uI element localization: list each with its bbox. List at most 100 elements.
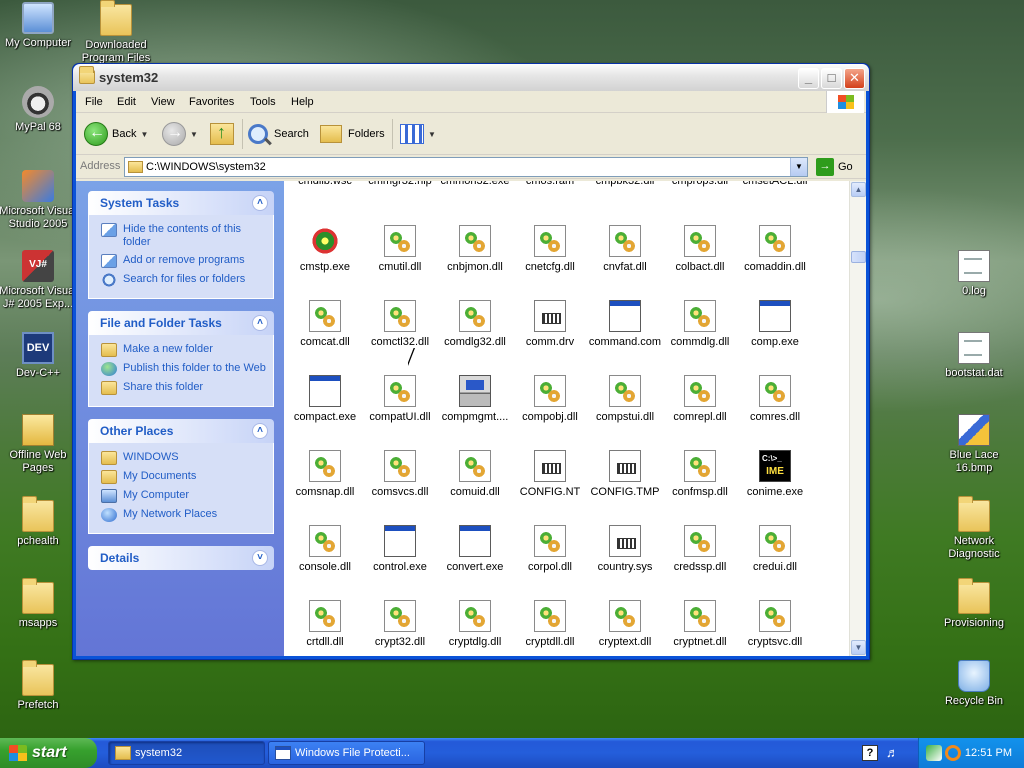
file-item[interactable]: cmprops.dll bbox=[663, 181, 737, 188]
views-button[interactable]: ▼ bbox=[400, 119, 436, 149]
file-item[interactable]: compstui.dll bbox=[588, 375, 662, 424]
scroll-thumb[interactable] bbox=[851, 251, 866, 263]
up-folder-button[interactable] bbox=[210, 119, 234, 149]
desktop-icon-dev-cpp[interactable]: DEV Dev-C++ bbox=[0, 332, 78, 380]
scroll-up-icon[interactable]: ▲ bbox=[851, 182, 866, 197]
file-item[interactable]: cmdlib.wsc bbox=[288, 181, 362, 188]
file-item[interactable]: control.exe bbox=[363, 525, 437, 574]
go-button[interactable]: → Go bbox=[816, 158, 853, 176]
desktop-icon-recycle-bin[interactable]: Recycle Bin bbox=[934, 660, 1014, 708]
file-item[interactable]: cmutil.dll bbox=[363, 225, 437, 274]
file-item[interactable]: comdlg32.dll bbox=[438, 300, 512, 349]
file-item[interactable]: comctl32.dll bbox=[363, 300, 437, 349]
file-item[interactable]: comaddin.dll bbox=[738, 225, 812, 274]
network-tray-icon[interactable] bbox=[926, 745, 942, 761]
file-item[interactable]: CONFIG.NT bbox=[513, 450, 587, 499]
file-item[interactable]: cmmon32.exe bbox=[438, 181, 512, 188]
desktop-icon-blue-lace[interactable]: Blue Lace 16.bmp bbox=[934, 414, 1014, 475]
desktop-icon-my-computer[interactable]: My Computer bbox=[0, 2, 78, 50]
file-item[interactable]: compact.exe bbox=[288, 375, 362, 424]
task-share-folder[interactable]: Share this folder bbox=[101, 381, 267, 395]
file-item[interactable]: colbact.dll bbox=[663, 225, 737, 274]
other-places-header[interactable]: Other Places ˄ bbox=[88, 419, 274, 443]
desktop-icon-network-diagnostic[interactable]: Network Diagnostic bbox=[934, 496, 1014, 561]
file-item[interactable]: cmos.ram bbox=[513, 181, 587, 188]
taskbar-item-windows-file-protection[interactable]: Windows File Protecti... bbox=[268, 741, 425, 765]
dropdown-arrow-icon[interactable]: ▼ bbox=[140, 130, 148, 139]
file-item[interactable]: cryptext.dll bbox=[588, 600, 662, 649]
system-tasks-header[interactable]: System Tasks ˄ bbox=[88, 191, 274, 215]
file-item[interactable]: comsvcs.dll bbox=[363, 450, 437, 499]
expand-chevron-icon[interactable]: ˅ bbox=[252, 550, 268, 566]
file-item[interactable]: cmsetACL.dll bbox=[738, 181, 812, 188]
task-search-files[interactable]: Search for files or folders bbox=[101, 273, 267, 287]
file-item[interactable]: comuid.dll bbox=[438, 450, 512, 499]
desktop-icon-pchealth[interactable]: pchealth bbox=[0, 496, 78, 548]
file-folder-tasks-header[interactable]: File and Folder Tasks ˄ bbox=[88, 311, 274, 335]
desktop-icon-prefetch[interactable]: Prefetch bbox=[0, 660, 78, 712]
file-item[interactable]: comres.dll bbox=[738, 375, 812, 424]
desktop-icon-msapps[interactable]: msapps bbox=[0, 578, 78, 630]
file-item[interactable]: comrepl.dll bbox=[663, 375, 737, 424]
folders-button[interactable]: Folders bbox=[320, 119, 385, 149]
file-item[interactable]: commdlg.dll bbox=[663, 300, 737, 349]
file-item[interactable]: cryptdlg.dll bbox=[438, 600, 512, 649]
desktop-icon-visual-jsharp[interactable]: VJ# Microsoft Visual J# 2005 Exp... bbox=[0, 250, 78, 311]
file-item[interactable]: cmstp.exe bbox=[288, 225, 362, 274]
start-button[interactable]: start bbox=[0, 738, 97, 768]
task-make-new-folder[interactable]: Make a new folder bbox=[101, 343, 267, 357]
details-header[interactable]: Details ˅ bbox=[88, 546, 274, 570]
place-my-network-places[interactable]: My Network Places bbox=[101, 508, 267, 522]
place-my-documents[interactable]: My Documents bbox=[101, 470, 267, 484]
file-item[interactable]: corpol.dll bbox=[513, 525, 587, 574]
place-windows[interactable]: WINDOWS bbox=[101, 451, 267, 465]
file-item[interactable]: cryptnet.dll bbox=[663, 600, 737, 649]
address-dropdown-icon[interactable]: ▼ bbox=[790, 158, 807, 176]
file-item[interactable]: cnbjmon.dll bbox=[438, 225, 512, 274]
close-button[interactable]: ✕ bbox=[844, 68, 865, 89]
taskbar-item-system32[interactable]: system32 bbox=[108, 741, 265, 765]
desktop-icon-offline-web-pages[interactable]: Offline Web Pages bbox=[0, 414, 78, 475]
task-publish-web[interactable]: Publish this folder to the Web bbox=[101, 362, 267, 376]
file-item[interactable]: crtdll.dll bbox=[288, 600, 362, 649]
collapse-chevron-icon[interactable]: ˄ bbox=[252, 423, 268, 439]
file-item[interactable]: compobj.dll bbox=[513, 375, 587, 424]
menu-favorites[interactable]: Favorites bbox=[189, 96, 234, 108]
file-item[interactable]: convert.exe bbox=[438, 525, 512, 574]
collapse-chevron-icon[interactable]: ˄ bbox=[252, 195, 268, 211]
file-item[interactable]: crypt32.dll bbox=[363, 600, 437, 649]
help-icon[interactable]: ? bbox=[862, 745, 878, 761]
desktop-icon-visual-studio[interactable]: Microsoft Visual Studio 2005 bbox=[0, 170, 78, 231]
file-item[interactable]: IME conime.exe bbox=[738, 450, 812, 499]
desktop-icon-downloaded-program-files[interactable]: Downloaded Program Files bbox=[76, 0, 156, 65]
file-item[interactable]: console.dll bbox=[288, 525, 362, 574]
file-item[interactable]: cryptsvc.dll bbox=[738, 600, 812, 649]
file-item[interactable]: cmmgr32.hlp bbox=[363, 181, 437, 188]
file-item[interactable]: credui.dll bbox=[738, 525, 812, 574]
file-item[interactable]: credssp.dll bbox=[663, 525, 737, 574]
file-item[interactable]: confmsp.dll bbox=[663, 450, 737, 499]
file-item[interactable]: cnetcfg.dll bbox=[513, 225, 587, 274]
task-hide-contents[interactable]: Hide the contents of this folder bbox=[101, 223, 267, 249]
desktop-icon-provisioning[interactable]: Provisioning bbox=[934, 578, 1014, 630]
file-item[interactable]: comcat.dll bbox=[288, 300, 362, 349]
place-my-computer[interactable]: My Computer bbox=[101, 489, 267, 503]
desktop-icon-0-log[interactable]: 0.log bbox=[934, 250, 1014, 298]
collapse-chevron-icon[interactable]: ˄ bbox=[252, 315, 268, 331]
desktop-icon-bootstat[interactable]: bootstat.dat bbox=[934, 332, 1014, 380]
dropdown-arrow-icon[interactable]: ▼ bbox=[428, 130, 436, 139]
speaker-icon[interactable]: ♬ bbox=[886, 745, 902, 761]
file-item[interactable]: cryptdll.dll bbox=[513, 600, 587, 649]
file-item[interactable]: compmgmt.... bbox=[438, 375, 512, 424]
menu-help[interactable]: Help bbox=[291, 96, 314, 108]
forward-button[interactable]: ▼ bbox=[162, 119, 198, 149]
file-item[interactable]: command.com bbox=[588, 300, 662, 349]
menu-tools[interactable]: Tools bbox=[250, 96, 276, 108]
maximize-button[interactable]: □ bbox=[821, 68, 842, 89]
minimize-button[interactable]: _ bbox=[798, 68, 819, 89]
menu-file[interactable]: File bbox=[85, 96, 103, 108]
file-item[interactable]: cnvfat.dll bbox=[588, 225, 662, 274]
desktop-icon-mypal[interactable]: MyPal 68 bbox=[0, 86, 78, 134]
file-item[interactable]: comsnap.dll bbox=[288, 450, 362, 499]
file-item[interactable]: comp.exe bbox=[738, 300, 812, 349]
